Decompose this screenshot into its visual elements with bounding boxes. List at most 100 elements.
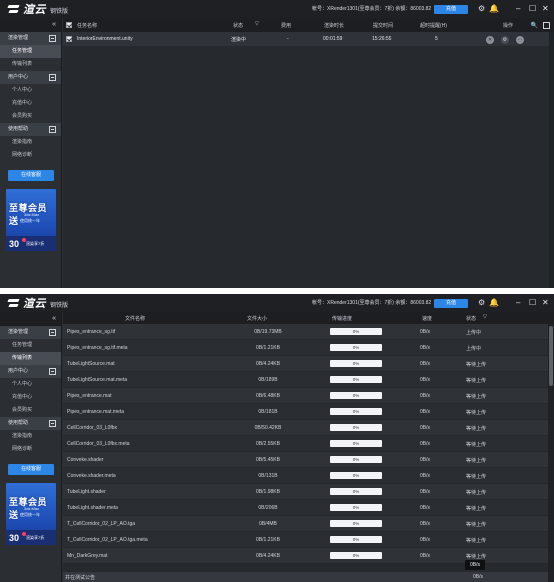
stop-icon[interactable]: ✕ — [486, 36, 494, 44]
sidebar-item-personal-center[interactable]: 个人中心 — [0, 378, 61, 391]
task-name: InteriorEnvironment.unity — [77, 36, 133, 42]
maximize-icon[interactable]: ☐ — [529, 299, 536, 307]
transfer-row[interactable]: Pipes_entrance_sg.tif.meta 0B/1.21KB 0% 0B/… — [63, 340, 548, 356]
online-service-button[interactable]: 在线客服 — [8, 170, 54, 181]
transfer-speed: 0B/s — [420, 553, 431, 559]
online-service-button[interactable]: 在线客服 — [8, 464, 54, 475]
settings-icon[interactable]: ⚙ — [478, 5, 485, 13]
collapse-group-icon[interactable] — [49, 329, 56, 336]
title-bar: 渲云 钢铁版 帐号：XRender1301(至尊会员：7折) 余额：86003.… — [0, 294, 554, 312]
sidebar-header: « — [0, 312, 61, 326]
title-bar: 渲云 钢铁版 帐号：XRender1301(至尊会员：7折) 余额：86003.… — [0, 0, 554, 18]
transfer-row[interactable]: Pipes_entrance.mat.meta 0B/181B 0% 0B/s 等待上传 — [63, 404, 548, 420]
transfer-speed: 0B/s — [420, 329, 431, 335]
minimize-icon[interactable]: – — [516, 5, 520, 13]
progress-bar: 0% — [330, 504, 382, 511]
sidebar-group-help[interactable]: 使用帮助 — [0, 417, 61, 430]
sidebar-item-task-management[interactable]: 任务管理 — [0, 339, 61, 352]
sidebar-item-recharge-center[interactable]: 充值中心 — [0, 391, 61, 404]
filter-icon[interactable]: ▽ — [255, 21, 259, 27]
sidebar-group-render[interactable]: 渲染管理 — [0, 32, 61, 45]
bell-icon[interactable]: 🔔 — [489, 5, 499, 13]
file-size: 0B/189B — [258, 377, 278, 383]
transfer-row[interactable]: TubeLightSource.mat 0B/4.24KB 0% 0B/s 等待上传 — [63, 356, 548, 372]
file-size: 0B/4.24KB — [256, 553, 280, 559]
sidebar-item-recharge-center[interactable]: 充值中心 — [0, 97, 61, 110]
vertical-scrollbar[interactable] — [549, 32, 554, 288]
file-name: Mn_DarkGrey.mat — [67, 553, 108, 559]
close-icon[interactable]: ✕ — [542, 299, 549, 307]
transfer-row[interactable]: Pipes_entrance_sg.tif 0B/19.73MB 0% 0B/s 上传中 — [63, 324, 548, 340]
recharge-button[interactable]: 充值 — [434, 299, 468, 308]
promo-footer: 30 渲染享7折 — [6, 530, 56, 545]
settings-action-icon[interactable]: ⚙ — [501, 36, 509, 44]
transfer-row[interactable]: Conveke.shader.meta 0B/131B 0% 0B/s 等待上传 — [63, 468, 548, 484]
sidebar-item-task-management[interactable]: 任务管理 — [0, 45, 61, 58]
transfer-speed: 0B/s — [420, 505, 431, 511]
transfer-speed: 0B/s — [420, 537, 431, 543]
sidebar-item-render-guide[interactable]: 渲染指南 — [0, 430, 61, 443]
more-icon[interactable]: ⋯ — [516, 36, 524, 44]
sidebar-item-network-diagnosis[interactable]: 网络诊断 — [0, 149, 61, 162]
sidebar-item-personal-center[interactable]: 个人中心 — [0, 84, 61, 97]
maximize-icon[interactable]: ☐ — [529, 5, 536, 13]
header-render-time: 渲染时长 — [324, 23, 345, 29]
collapse-group-icon[interactable] — [49, 126, 56, 133]
progress-bar: 0% — [330, 488, 382, 495]
file-size: 0B/4.24KB — [256, 361, 280, 367]
collapse-group-icon[interactable] — [49, 35, 56, 42]
bell-icon[interactable]: 🔔 — [489, 299, 499, 307]
task-row[interactable]: InteriorEnvironment.unity 渲染中 - 00:01:59… — [63, 32, 554, 46]
transfer-status: 等待上传 — [466, 442, 487, 448]
collapse-group-icon[interactable] — [49, 74, 56, 81]
sidebar-item-render-guide[interactable]: 渲染指南 — [0, 136, 61, 149]
close-icon[interactable]: ✕ — [542, 5, 549, 13]
search-icon[interactable]: 🔍 — [531, 22, 538, 29]
transfer-row[interactable]: Conveke.shader 0B/5.45KB 0% 0B/s 等待上传 — [63, 452, 548, 468]
sidebar-item-network-diagnosis[interactable]: 网络诊断 — [0, 443, 61, 456]
transfer-row[interactable]: Pipes_entrance.mat 0B/6.48KB 0% 0B/s 等待上传 — [63, 388, 548, 404]
vertical-scrollbar[interactable] — [548, 324, 554, 582]
header-status[interactable]: 状态 — [233, 22, 243, 29]
sidebar-item-transfer-list[interactable]: 传输列表 — [0, 58, 61, 71]
header-status[interactable]: 状态 — [466, 315, 476, 322]
transfer-speed: 0B/s — [420, 473, 431, 479]
sidebar-group-user[interactable]: 用户中心 — [0, 365, 61, 378]
sidebar-item-membership[interactable]: 会员购买 — [0, 110, 61, 123]
select-all-checkbox[interactable] — [66, 22, 72, 28]
filter-icon[interactable]: ▽ — [483, 314, 487, 320]
sidebar-item-transfer-list[interactable]: 传输列表 — [0, 352, 61, 365]
recharge-button[interactable]: 充值 — [434, 5, 468, 14]
sidebar-group-render[interactable]: 渲染管理 — [0, 326, 61, 339]
sidebar-group-help[interactable]: 使用帮助 — [0, 123, 61, 136]
collapse-icon[interactable]: « — [52, 21, 56, 28]
promo-banner[interactable]: 至尊会员送 3ds Max 使用统一年 30 渲染享7折 — [6, 189, 56, 251]
app-logo: 渲云 钢铁版 — [8, 3, 68, 16]
transfer-row[interactable]: CellCorridor_03_L0fbx 0B/50.42KB 0% 0B/s 等待上… — [63, 420, 548, 436]
scrollbar-thumb[interactable] — [549, 326, 553, 386]
minimize-icon[interactable]: – — [516, 299, 520, 307]
transfer-row[interactable]: CellCorridor_03_L0fbx.meta 0B/2.55KB 0% 0B/… — [63, 436, 548, 452]
promo-number: 30 — [9, 533, 20, 543]
transfer-row[interactable]: T_CellCorridor_02_LP_AO.tga 0B/4MB 0% 0B/s 等… — [63, 516, 548, 532]
settings-icon[interactable]: ⚙ — [478, 299, 485, 307]
collapse-icon[interactable]: « — [52, 315, 56, 322]
transfer-row[interactable]: TubeLight.shader.meta 0B/206B 0% 0B/s 等待上传 — [63, 500, 548, 516]
sidebar-item-membership[interactable]: 会员购买 — [0, 404, 61, 417]
transfer-speed: 0B/s — [420, 457, 431, 463]
transfer-speed: 0B/s — [420, 425, 431, 431]
progress-bar: 0% — [330, 328, 382, 335]
promo-banner[interactable]: 至尊会员送 3ds Max 使用统一年 30 渲染享7折 — [6, 483, 56, 545]
column-settings-icon[interactable] — [543, 22, 550, 29]
collapse-group-icon[interactable] — [49, 420, 56, 427]
logo-icon — [8, 4, 21, 15]
file-size: 0B/5.45KB — [256, 457, 280, 463]
row-checkbox[interactable] — [66, 36, 72, 42]
transfer-row[interactable]: TubeLightSource.mat.meta 0B/189B 0% 0B/s 等待上… — [63, 372, 548, 388]
transfer-row[interactable]: TubeLight.shader 0B/1.98KB 0% 0B/s 等待上传 — [63, 484, 548, 500]
file-name: TubeLight.shader — [67, 489, 106, 495]
sidebar-group-user[interactable]: 用户中心 — [0, 71, 61, 84]
transfer-row[interactable]: T_CellCorridor_02_LP_AO.tga.meta 0B/1.21K… — [63, 532, 548, 548]
collapse-group-icon[interactable] — [49, 368, 56, 375]
transfer-status: 上传中 — [466, 330, 482, 336]
